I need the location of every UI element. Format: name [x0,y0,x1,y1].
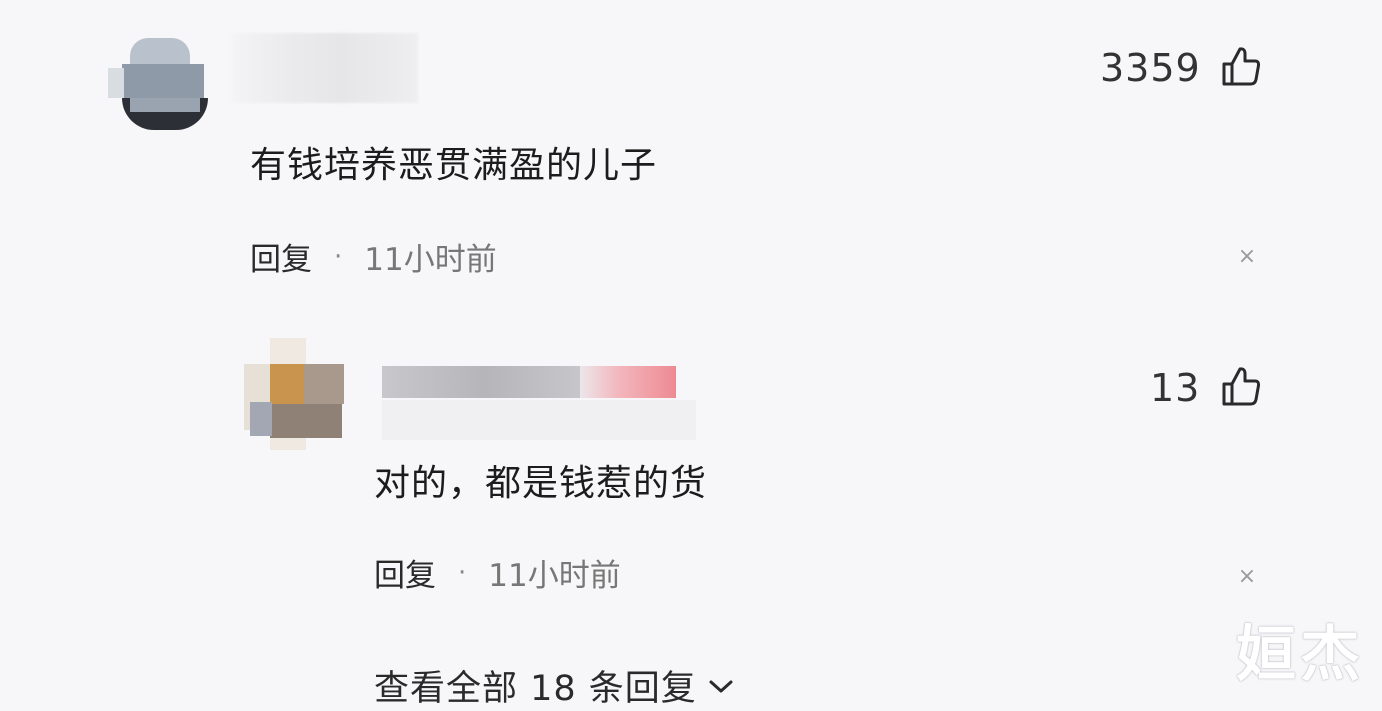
comment-text: 有钱培养恶贯满盈的儿子 [250,145,658,186]
view-all-replies-button[interactable]: 查看全部 18 条回复 [374,660,735,711]
reply-button[interactable]: 回复 [374,550,436,595]
like-count: 13 [1150,366,1201,410]
timestamp: 11小时前 [488,558,621,594]
close-icon[interactable]: × [1235,565,1259,589]
comment-meta: 回复 · 11小时前 [250,234,497,279]
timestamp: 11小时前 [364,242,497,278]
username-blurred[interactable] [380,360,696,442]
comment-text: 对的，都是钱惹的货 [374,463,708,504]
like-count: 3359 [1100,46,1201,90]
view-all-replies-label: 查看全部 18 条回复 [374,669,697,709]
username-blurred[interactable] [232,33,418,103]
separator-dot: · [458,557,467,588]
reply-button[interactable]: 回复 [250,234,312,279]
thumbs-up-icon[interactable] [1218,44,1262,88]
thumbs-up-icon[interactable] [1218,364,1262,408]
separator-dot: · [334,241,343,272]
close-icon[interactable]: × [1235,245,1259,269]
chevron-down-icon [709,680,733,692]
watermark: 姮杰 [1236,620,1364,690]
avatar[interactable] [240,338,348,450]
comment-meta: 回复 · 11小时前 [374,550,621,595]
avatar[interactable] [108,38,210,132]
